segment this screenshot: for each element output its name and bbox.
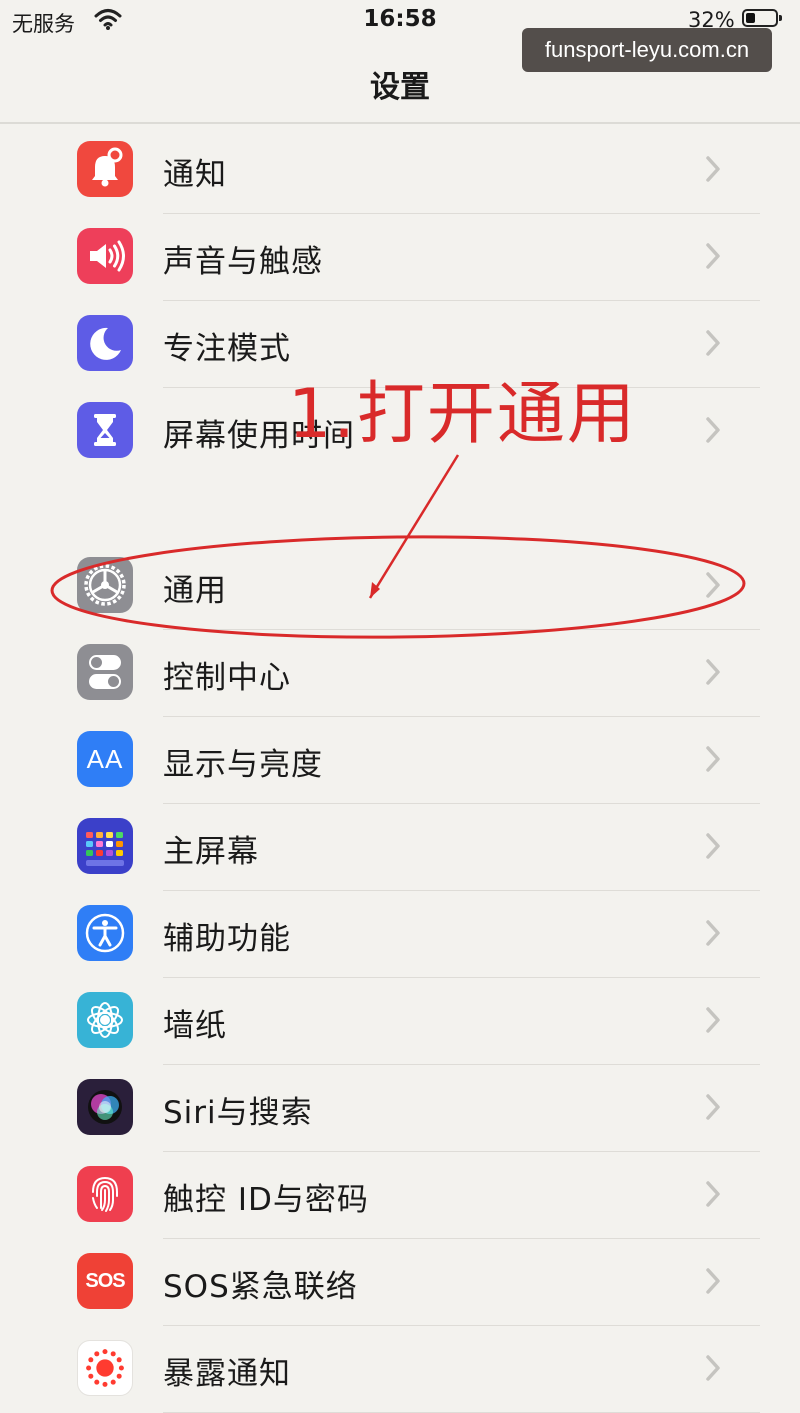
app-grid-icon	[77, 818, 133, 874]
settings-row-sos[interactable]: SOS SOS紧急联络	[0, 1239, 800, 1326]
accessibility-icon	[77, 905, 133, 961]
chevron-right-icon	[706, 746, 720, 772]
sos-icon: SOS	[77, 1253, 133, 1309]
annotation-label: 1.打开通用	[288, 375, 637, 454]
settings-row-label: 通知	[163, 157, 227, 193]
settings-row-label: 主屏幕	[163, 834, 259, 870]
chevron-right-icon	[706, 156, 720, 182]
settings-row-speaker[interactable]: 声音与触感	[0, 214, 800, 301]
flower-icon	[77, 992, 133, 1048]
chevron-right-icon	[706, 1181, 720, 1207]
settings-row-label: SOS紧急联络	[163, 1269, 358, 1305]
text-size-icon: AA	[77, 731, 133, 787]
settings-row-app-grid[interactable]: 主屏幕	[0, 804, 800, 891]
settings-row-label: 暴露通知	[163, 1356, 291, 1392]
chevron-right-icon	[706, 1268, 720, 1294]
settings-row-bell[interactable]: 通知	[0, 127, 800, 214]
chevron-right-icon	[706, 659, 720, 685]
hourglass-icon	[77, 402, 133, 458]
chevron-right-icon	[706, 1007, 720, 1033]
settings-row-label: 专注模式	[163, 331, 291, 367]
settings-row-label: Siri与搜索	[163, 1095, 313, 1131]
settings-row-gear[interactable]: 通用	[0, 543, 800, 630]
settings-row-flower[interactable]: 墙纸	[0, 978, 800, 1065]
gear-icon	[77, 557, 133, 613]
moon-icon	[77, 315, 133, 371]
chevron-right-icon	[706, 920, 720, 946]
chevron-right-icon	[706, 833, 720, 859]
watermark: funsport-leyu.com.cn	[522, 28, 772, 72]
settings-row-toggle[interactable]: 控制中心	[0, 630, 800, 717]
siri-icon	[77, 1079, 133, 1135]
settings-row-label: 声音与触感	[163, 244, 323, 280]
nav-divider	[0, 122, 800, 124]
chevron-right-icon	[706, 417, 720, 443]
icon-glyph: AA	[86, 743, 124, 774]
icon-glyph: SOS	[85, 1269, 125, 1292]
settings-row-label: 通用	[163, 573, 227, 609]
fingerprint-icon	[77, 1166, 133, 1222]
settings-row-siri[interactable]: Siri与搜索	[0, 1065, 800, 1152]
speaker-icon	[77, 228, 133, 284]
toggle-icon	[77, 644, 133, 700]
chevron-right-icon	[706, 1094, 720, 1120]
exposure-icon	[77, 1340, 133, 1396]
settings-row-label: 墙纸	[163, 1008, 227, 1044]
settings-row-label: 辅助功能	[163, 921, 291, 957]
settings-row-fingerprint[interactable]: 触控 ID与密码	[0, 1152, 800, 1239]
battery-fill	[746, 13, 755, 23]
chevron-right-icon	[706, 1355, 720, 1381]
bell-icon	[77, 141, 133, 197]
settings-row-label: 触控 ID与密码	[163, 1182, 369, 1218]
settings-row-text-size[interactable]: AA 显示与亮度	[0, 717, 800, 804]
settings-row-label: 控制中心	[163, 660, 291, 696]
battery-tip	[779, 15, 782, 21]
chevron-right-icon	[706, 330, 720, 356]
chevron-right-icon	[706, 243, 720, 269]
settings-row-label: 显示与亮度	[163, 747, 323, 783]
chevron-right-icon	[706, 572, 720, 598]
battery-icon	[742, 9, 782, 27]
settings-row-accessibility[interactable]: 辅助功能	[0, 891, 800, 978]
